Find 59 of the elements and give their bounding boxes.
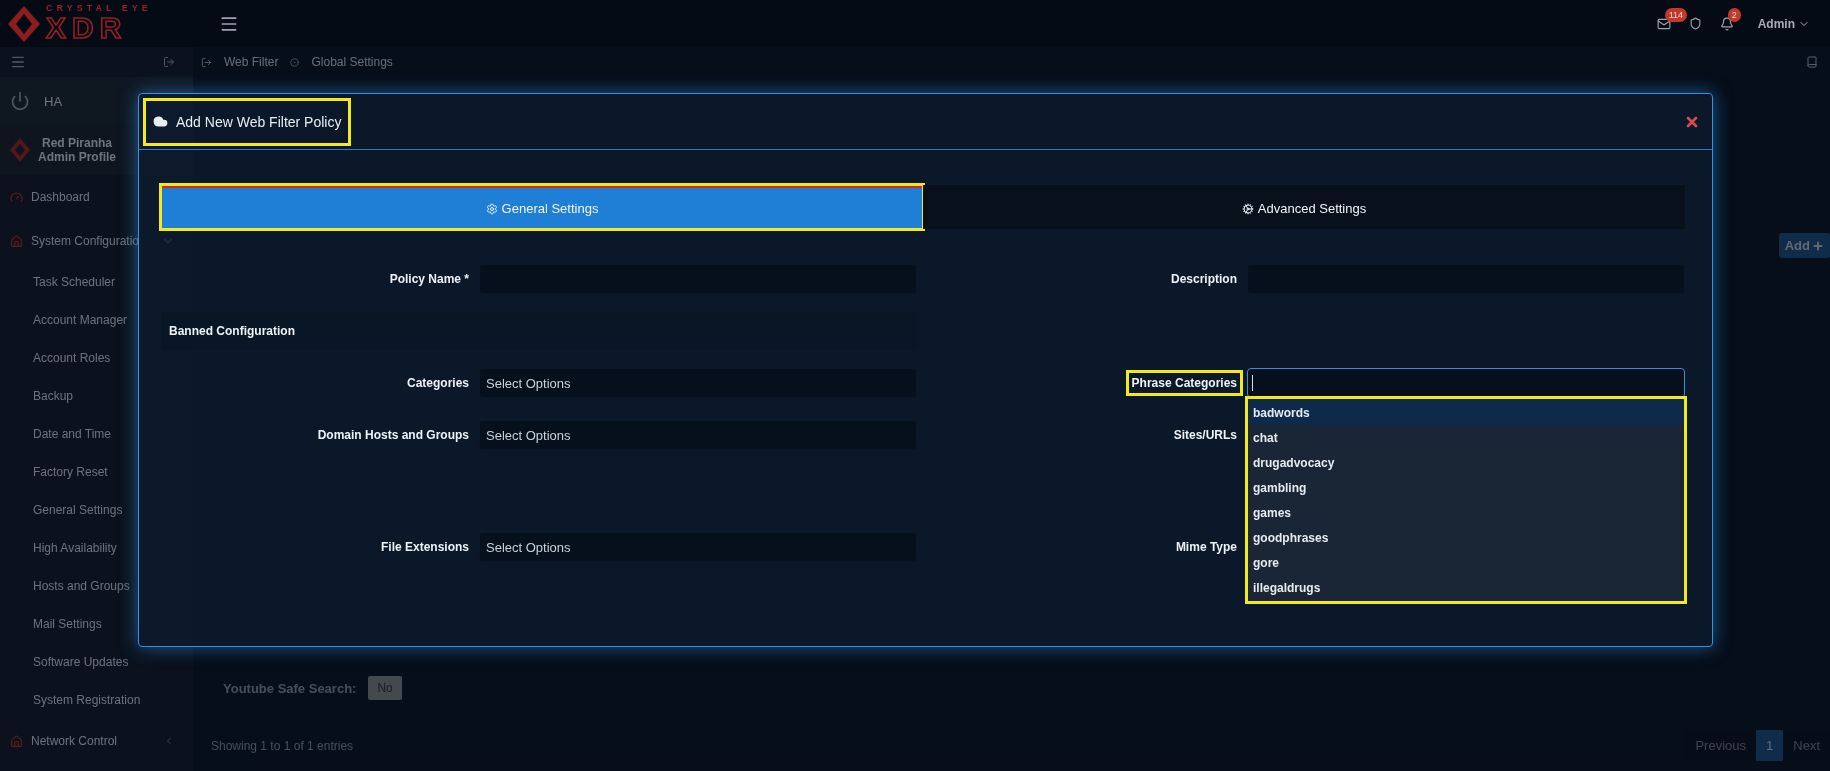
- count-badge: 114: [1664, 7, 1687, 22]
- section-header: Banned Configuration: [161, 312, 917, 350]
- dropdown-option[interactable]: badwords: [1247, 400, 1685, 425]
- sidebar-subitem[interactable]: System Registration: [0, 681, 193, 719]
- plus-icon: [1812, 239, 1824, 252]
- dropdown-option[interactable]: chat: [1247, 425, 1685, 450]
- field-label: Description: [1170, 271, 1238, 288]
- count-badge: 2: [1727, 7, 1741, 22]
- breadcrumb-link[interactable]: Global Settings: [311, 55, 393, 69]
- dropdown-option[interactable]: illegaldrugs: [1247, 575, 1685, 600]
- setting-label: Youtube Safe Search:: [223, 680, 357, 696]
- field-label: Domain Hosts and Groups: [316, 427, 470, 444]
- dropdown-option[interactable]: games: [1247, 500, 1685, 525]
- breadcrumb-link[interactable]: Web Filter: [224, 55, 279, 69]
- profile-logo-icon: [10, 138, 30, 162]
- dropdown-option[interactable]: goodphrases: [1247, 525, 1685, 550]
- sidebar-item[interactable]: Dashboard: [31, 190, 90, 204]
- sign-out-icon: [201, 56, 212, 68]
- home-icon: [10, 234, 23, 248]
- field-label: Categories: [405, 375, 470, 392]
- text-cursor: [1252, 375, 1253, 391]
- field-label: Sites/URLs: [1172, 427, 1238, 444]
- gear-icon: [1241, 202, 1254, 215]
- sidebar-item[interactable]: System Configuratio: [31, 234, 140, 248]
- mail-button[interactable]: [1656, 16, 1671, 31]
- menu-icon[interactable]: [10, 54, 26, 70]
- dropdown-option[interactable]: drugadvocacy: [1247, 450, 1685, 475]
- gauge-icon: [10, 190, 23, 204]
- table-info: Showing 1 to 1 of 1 entries: [211, 738, 354, 753]
- modal-title: Add New Web Filter Policy: [145, 99, 350, 144]
- field-label: Policy Name *: [388, 271, 470, 288]
- tab[interactable]: General Settings: [161, 185, 923, 229]
- sidebar-item[interactable]: Network Control: [31, 734, 118, 748]
- cloud-icon: [153, 114, 168, 129]
- multiselect-field[interactable]: [1247, 368, 1685, 398]
- logo-icon: [8, 5, 40, 42]
- home-icon: [10, 734, 23, 748]
- add-button[interactable]: Add: [1778, 233, 1830, 258]
- field-label: Mime Type: [1174, 539, 1238, 556]
- dropdown-option[interactable]: gore: [1247, 550, 1685, 575]
- select-field[interactable]: Select Options: [479, 532, 917, 562]
- notifications-button[interactable]: [1719, 16, 1734, 31]
- breadcrumb-separator-icon: [290, 57, 300, 67]
- book-icon: [1806, 56, 1818, 68]
- field-label: Phrase Categories: [1127, 372, 1241, 394]
- dropdown-option[interactable]: gambling: [1247, 475, 1685, 500]
- sidebar-subitem[interactable]: Software Updates: [0, 643, 193, 681]
- field-label: File Extensions: [379, 539, 470, 556]
- power-icon: [10, 91, 30, 111]
- profile-name: Red Piranha Admin Profile: [38, 135, 116, 165]
- shield-button[interactable]: [1688, 17, 1702, 30]
- gear-icon: [485, 202, 498, 215]
- select-field[interactable]: Select Options: [479, 420, 917, 450]
- pagination-button[interactable]: 1: [1756, 730, 1784, 761]
- select-field[interactable]: Select Options: [479, 368, 917, 398]
- ha-label: HA: [44, 93, 63, 109]
- user-menu[interactable]: Admin: [1751, 15, 1816, 32]
- logo-text: CRYSTAL EYE XDR: [46, 4, 152, 43]
- sign-out-icon[interactable]: [163, 56, 175, 68]
